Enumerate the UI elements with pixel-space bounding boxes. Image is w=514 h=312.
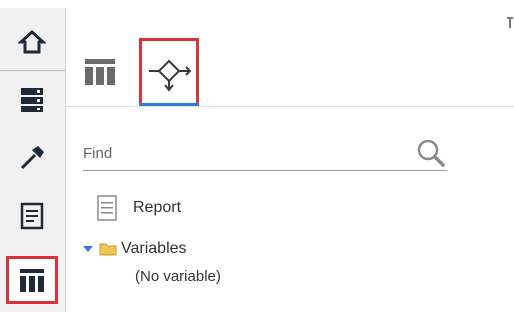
caret-down-icon[interactable] [83,244,93,254]
table-columns-button[interactable] [6,256,58,304]
workflow-icon [149,59,192,92]
server-icon [21,88,43,112]
report-page-icon [20,202,44,230]
tab-columns[interactable] [80,38,120,106]
columns-icon [85,59,115,85]
home-button[interactable] [6,18,58,66]
home-icon [18,29,46,54]
document-icon [97,195,117,221]
tab-divider [66,106,514,107]
pin-icon[interactable] [506,16,514,30]
report-label: Report [133,199,182,216]
tree-item-no-variable: (No variable) [135,268,221,285]
sidebar-separator [0,70,65,71]
tab-variables[interactable] [139,38,199,106]
table-columns-icon [20,269,44,292]
variables-label: Variables [121,240,187,257]
build-button[interactable] [6,134,58,182]
main-panel: Find Report Variables (No variable) [66,8,514,312]
search-input[interactable]: Find [83,145,112,162]
search-icon [417,139,445,167]
left-sidebar [0,8,66,312]
report-page-button[interactable] [6,192,58,240]
window-top-edge [0,0,514,8]
hammer-icon [20,146,44,170]
search-underline [83,170,447,171]
search-button[interactable] [415,137,449,171]
no-variable-label: (No variable) [135,268,221,285]
folder-icon [99,243,117,256]
tree-item-variables[interactable]: Variables [83,240,187,258]
data-server-button[interactable] [6,76,58,124]
tree-item-report[interactable]: Report [96,194,181,222]
